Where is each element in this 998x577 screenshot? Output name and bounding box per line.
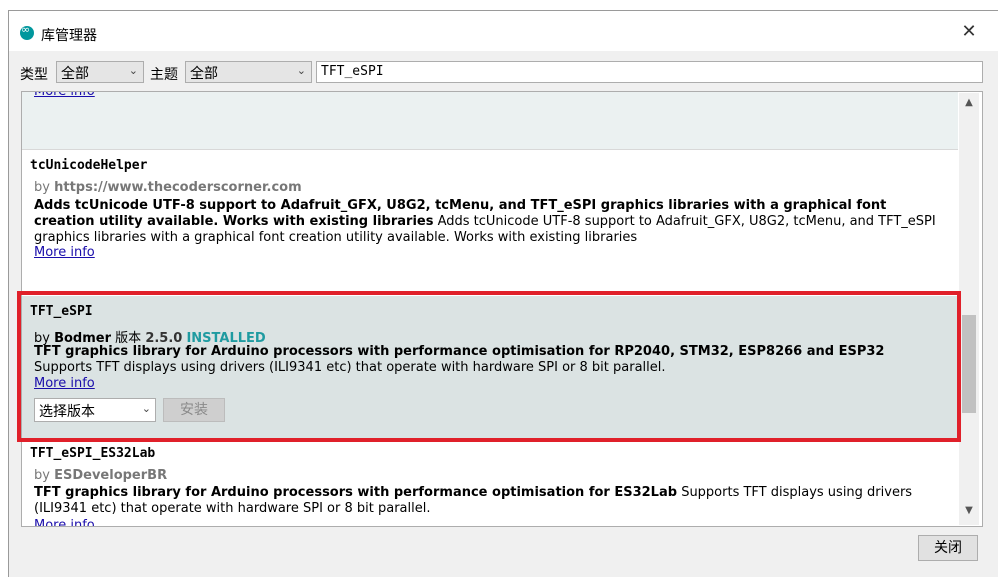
scroll-thumb[interactable] bbox=[962, 315, 976, 413]
scroll-up-icon[interactable]: ▲ bbox=[959, 97, 979, 113]
install-button[interactable]: 安装 bbox=[163, 398, 225, 422]
type-select-value: 全部 bbox=[61, 66, 89, 82]
chevron-down-icon: ⌄ bbox=[128, 64, 138, 77]
list-item[interactable]: More info bbox=[22, 92, 958, 150]
more-info-link[interactable]: More info bbox=[34, 92, 95, 99]
library-description: TFT graphics library for Arduino process… bbox=[34, 485, 913, 516]
close-button[interactable]: 关闭 bbox=[918, 535, 978, 561]
topic-select[interactable]: 全部 ⌄ bbox=[185, 61, 312, 83]
type-select[interactable]: 全部 ⌄ bbox=[56, 61, 144, 83]
topic-select-value: 全部 bbox=[190, 66, 218, 82]
library-name: TFT_eSPI_ES32Lab bbox=[30, 446, 156, 461]
more-info-link[interactable]: More info bbox=[34, 518, 95, 526]
filter-bar: 类型 全部 ⌄ 主题 全部 ⌄ TFT_eSPI bbox=[9, 59, 998, 87]
scrollbar[interactable]: ▲ ▼ bbox=[959, 93, 979, 525]
close-icon[interactable]: ✕ bbox=[960, 23, 978, 41]
version-select-value: 选择版本 bbox=[39, 404, 95, 420]
library-list[interactable]: More info tcUnicodeHelper by https://www… bbox=[21, 91, 983, 527]
more-info-link[interactable]: More info bbox=[34, 245, 95, 260]
type-label: 类型 bbox=[20, 67, 48, 83]
topic-label: 主题 bbox=[150, 67, 178, 83]
library-description: Adds tcUnicode UTF-8 support to Adafruit… bbox=[34, 198, 936, 245]
list-item[interactable]: TFT_eSPI_ES32Lab by ESDeveloperBR TFT gr… bbox=[22, 444, 958, 526]
window-title: 库管理器 bbox=[41, 28, 97, 44]
library-author: by ESDeveloperBR bbox=[34, 468, 168, 483]
title-bar: 库管理器 ✕ bbox=[9, 11, 998, 51]
library-author: by https://www.thecoderscorner.com bbox=[34, 180, 302, 195]
version-select[interactable]: 选择版本 ⌄ bbox=[34, 398, 156, 422]
list-item[interactable]: tcUnicodeHelper by https://www.thecoders… bbox=[22, 150, 958, 294]
library-name: tcUnicodeHelper bbox=[30, 158, 148, 173]
library-name: TFT_eSPI bbox=[30, 304, 93, 319]
list-item-selected[interactable]: TFT_eSPI by Bodmer 版本 2.5.0 INSTALLED TF… bbox=[22, 296, 958, 442]
search-input[interactable]: TFT_eSPI bbox=[316, 61, 983, 83]
chevron-down-icon: ⌄ bbox=[296, 64, 306, 77]
more-info-link[interactable]: More info bbox=[34, 376, 95, 391]
arduino-icon bbox=[20, 23, 34, 40]
scroll-down-icon[interactable]: ▼ bbox=[959, 505, 979, 521]
chevron-down-icon: ⌄ bbox=[141, 402, 151, 415]
library-manager-window: 库管理器 ✕ 类型 全部 ⌄ 主题 全部 ⌄ TFT_eSPI More inf… bbox=[8, 10, 998, 577]
library-description: TFT graphics library for Arduino process… bbox=[34, 344, 885, 375]
